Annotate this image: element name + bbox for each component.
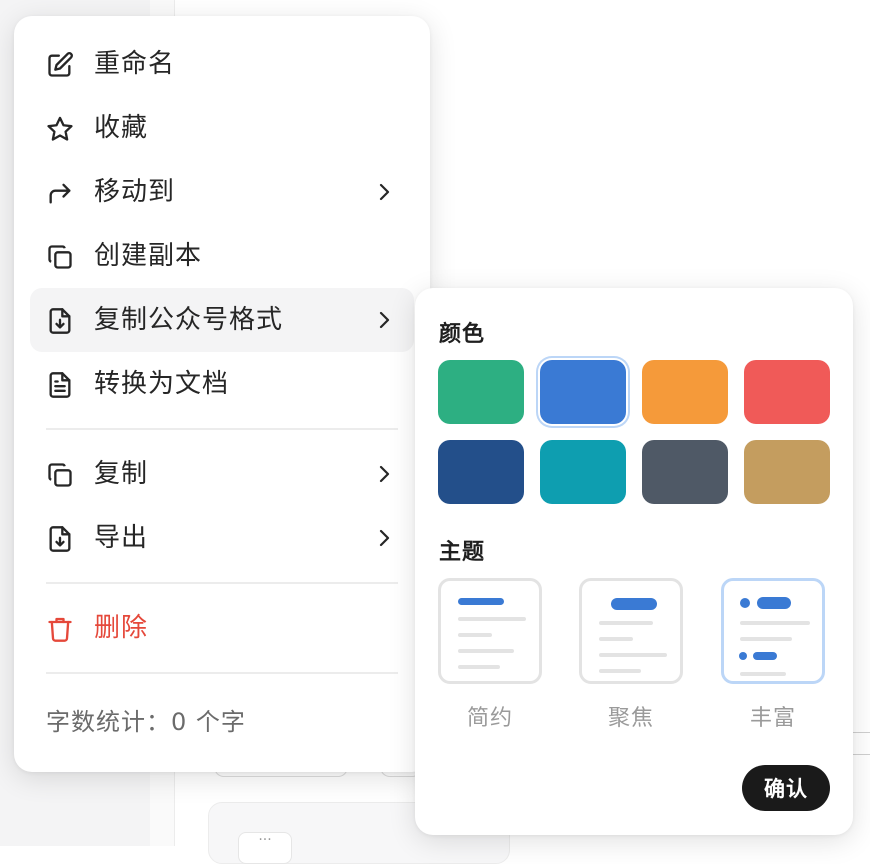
menu-item-copy-wechat-format[interactable]: 复制公众号格式 — [30, 288, 414, 352]
menu-item-label: 删除 — [94, 613, 149, 643]
theme-label-focus: 聚焦 — [607, 706, 654, 731]
theme-card-rich[interactable] — [721, 578, 825, 684]
copy-icon — [46, 461, 74, 489]
wechat-format-submenu: 颜色 主题 简约 聚焦 丰富 确认 — [415, 288, 853, 835]
word-count: 字数统计：0 个字 — [46, 708, 246, 736]
color-swatch-navy[interactable] — [438, 440, 524, 504]
menu-item-label: 转换为文档 — [94, 369, 230, 399]
theme-preview-focus-icon — [599, 598, 667, 673]
context-menu: 重命名 收藏 移动到 创建副本 复制公众号格式 转换为文档 复制 导出 删除 字… — [14, 16, 430, 772]
theme-card-focus[interactable] — [579, 578, 683, 684]
chevron-right-icon — [374, 528, 394, 548]
color-swatch-orange[interactable] — [642, 360, 728, 424]
menu-item-export[interactable]: 导出 — [30, 506, 414, 570]
theme-label-simple: 简约 — [466, 706, 513, 731]
menu-item-move-to[interactable]: 移动到 — [30, 160, 414, 224]
more-icon: ··· — [238, 832, 292, 864]
color-swatch-teal[interactable] — [540, 440, 626, 504]
color-swatch-blue[interactable] — [540, 360, 626, 424]
edit-icon — [46, 51, 74, 79]
theme-section-title: 主题 — [439, 540, 486, 565]
menu-divider — [46, 428, 398, 430]
menu-item-delete[interactable]: 删除 — [30, 596, 414, 660]
theme-preview-simple-icon — [458, 598, 526, 669]
confirm-button[interactable]: 确认 — [742, 765, 830, 811]
color-section-title: 颜色 — [439, 322, 486, 347]
menu-item-copy[interactable]: 复制 — [30, 442, 414, 506]
copy-icon — [46, 243, 74, 271]
forward-arrow-icon — [46, 179, 74, 207]
menu-item-label: 移动到 — [94, 177, 176, 207]
background-divider — [850, 732, 870, 733]
menu-item-create-copy[interactable]: 创建副本 — [30, 224, 414, 288]
menu-divider — [46, 672, 398, 674]
menu-divider — [46, 582, 398, 584]
menu-item-label: 复制 — [94, 459, 149, 489]
menu-item-label: 导出 — [94, 523, 149, 553]
background-divider — [850, 754, 870, 755]
menu-item-rename[interactable]: 重命名 — [30, 32, 414, 96]
color-swatch-slate[interactable] — [642, 440, 728, 504]
chevron-right-icon — [374, 464, 394, 484]
file-download-icon — [46, 525, 74, 553]
document-icon — [46, 371, 74, 399]
theme-card-simple[interactable] — [438, 578, 542, 684]
menu-item-convert-to-doc[interactable]: 转换为文档 — [30, 352, 414, 416]
theme-label-rich: 丰富 — [749, 706, 796, 731]
star-icon — [46, 115, 74, 143]
menu-item-label: 收藏 — [94, 113, 149, 143]
chevron-right-icon — [374, 310, 394, 330]
menu-item-favorite[interactable]: 收藏 — [30, 96, 414, 160]
color-swatch-red[interactable] — [744, 360, 830, 424]
theme-preview-rich-icon — [739, 597, 810, 676]
color-swatch-tan[interactable] — [744, 440, 830, 504]
file-download-icon — [46, 307, 74, 335]
menu-item-label: 重命名 — [94, 49, 176, 79]
menu-item-label: 复制公众号格式 — [94, 305, 284, 335]
trash-icon — [46, 615, 74, 643]
color-swatch-green[interactable] — [438, 360, 524, 424]
chevron-right-icon — [374, 182, 394, 202]
menu-item-label: 创建副本 — [94, 241, 203, 271]
